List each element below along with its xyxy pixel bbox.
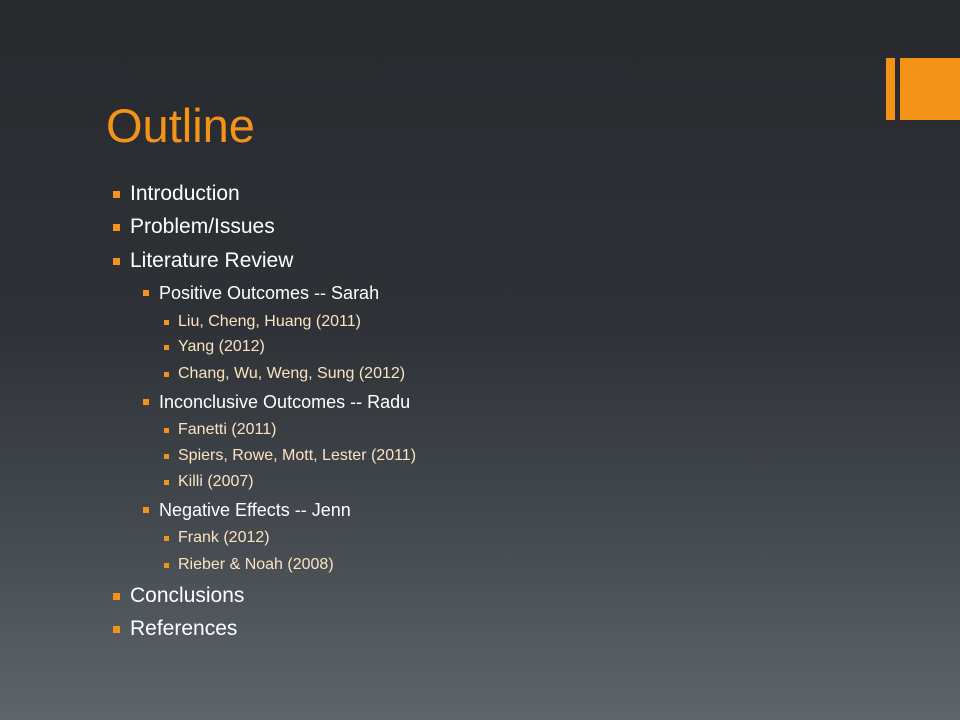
- outline-subitem-negative-effects: Negative Effects -- Jenn: [143, 498, 351, 522]
- outline-reference-item: Liu, Cheng, Huang (2011): [164, 311, 361, 333]
- outline-item-references: References: [113, 614, 237, 644]
- outline-item-label: Chang, Wu, Weng, Sung (2012): [178, 365, 406, 382]
- outline-item-introduction: Introduction: [113, 179, 240, 209]
- square-bullet-icon: [164, 371, 169, 377]
- outline-item-label: Positive Outcomes -- Sarah: [159, 282, 380, 303]
- square-bullet-icon: [113, 223, 120, 231]
- square-bullet-icon: [164, 562, 169, 568]
- outline-reference-item: Killi (2007): [164, 471, 254, 493]
- square-bullet-icon: [143, 507, 149, 513]
- square-bullet-icon: [113, 257, 120, 265]
- outline-reference-item: Frank (2012): [164, 527, 270, 549]
- outline-subitem-inconclusive-outcomes: Inconclusive Outcomes -- Radu: [143, 390, 410, 414]
- square-bullet-icon: [164, 535, 169, 541]
- slide: Outline Introduction Problem/Issues Lite…: [0, 0, 960, 720]
- square-bullet-icon: [113, 592, 120, 600]
- outline-item-label: Frank (2012): [178, 529, 270, 546]
- outline-item-label: Conclusions: [130, 584, 245, 607]
- outline-item-conclusions: Conclusions: [113, 581, 244, 611]
- outline-item-label: Problem/Issues: [130, 215, 275, 238]
- outline-reference-item: Rieber & Noah (2008): [164, 554, 334, 576]
- outline-subitem-positive-outcomes: Positive Outcomes -- Sarah: [143, 281, 379, 305]
- outline-reference-item: Fanetti (2011): [164, 419, 276, 441]
- square-bullet-icon: [164, 479, 169, 485]
- square-bullet-icon: [113, 625, 120, 633]
- outline-item-label: Literature Review: [130, 249, 294, 272]
- square-bullet-icon: [164, 344, 169, 350]
- outline-item-problem-issues: Problem/Issues: [113, 212, 275, 242]
- outline-item-label: Killi (2007): [178, 473, 254, 490]
- outline-item-label: Fanetti (2011): [178, 421, 277, 438]
- outline-item-label: Inconclusive Outcomes -- Radu: [159, 391, 411, 412]
- outline-item-literature-review: Literature Review: [113, 246, 293, 276]
- square-bullet-icon: [143, 399, 149, 405]
- outline-item-label: Liu, Cheng, Huang (2011): [178, 313, 361, 330]
- outline-item-label: Negative Effects -- Jenn: [159, 499, 351, 520]
- outline-reference-item: Spiers, Rowe, Mott, Lester (2011): [164, 445, 416, 467]
- square-bullet-icon: [164, 427, 169, 433]
- outline-item-label: Rieber & Noah (2008): [178, 556, 334, 573]
- outline-item-label: Introduction: [130, 182, 240, 205]
- square-bullet-icon: [164, 319, 169, 325]
- square-bullet-icon: [164, 453, 169, 459]
- outline-item-label: Spiers, Rowe, Mott, Lester (2011): [178, 447, 417, 464]
- outline-item-label: References: [130, 617, 238, 640]
- outline-item-label: Yang (2012): [178, 338, 265, 355]
- square-bullet-icon: [143, 290, 149, 296]
- square-bullet-icon: [113, 190, 120, 198]
- outline-list: Introduction Problem/Issues Literature R…: [0, 0, 960, 720]
- outline-reference-item: Yang (2012): [164, 336, 265, 358]
- outline-reference-item: Chang, Wu, Weng, Sung (2012): [164, 363, 405, 385]
